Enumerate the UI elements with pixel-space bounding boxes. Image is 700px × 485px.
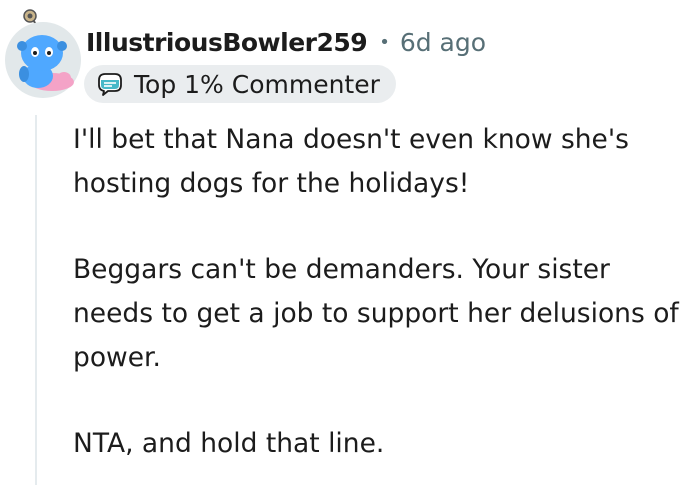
- snoo-avatar-icon: [5, 9, 81, 98]
- comment-body: I'll bet that Nana doesn't even know she…: [73, 118, 698, 466]
- meta-separator: •: [379, 31, 390, 53]
- comment-meta: IllustriousBowler259 • 6d ago: [86, 22, 486, 62]
- comment-timestamp[interactable]: 6d ago: [400, 28, 486, 57]
- comment-paragraph: NTA, and hold that line.: [73, 428, 385, 459]
- user-avatar[interactable]: [2, 6, 84, 102]
- flair-label: Top 1% Commenter: [134, 69, 380, 99]
- thread-line[interactable]: [35, 115, 37, 485]
- commenter-badge-icon: [96, 71, 124, 97]
- comment: IllustriousBowler259 • 6d ago Top 1% Com…: [0, 0, 700, 485]
- user-flair: Top 1% Commenter: [84, 65, 396, 103]
- username-link[interactable]: IllustriousBowler259: [86, 28, 368, 57]
- comment-paragraph: I'll bet that Nana doesn't even know she…: [73, 124, 629, 199]
- comment-paragraph: Beggars can't be demanders. Your sister …: [73, 254, 679, 373]
